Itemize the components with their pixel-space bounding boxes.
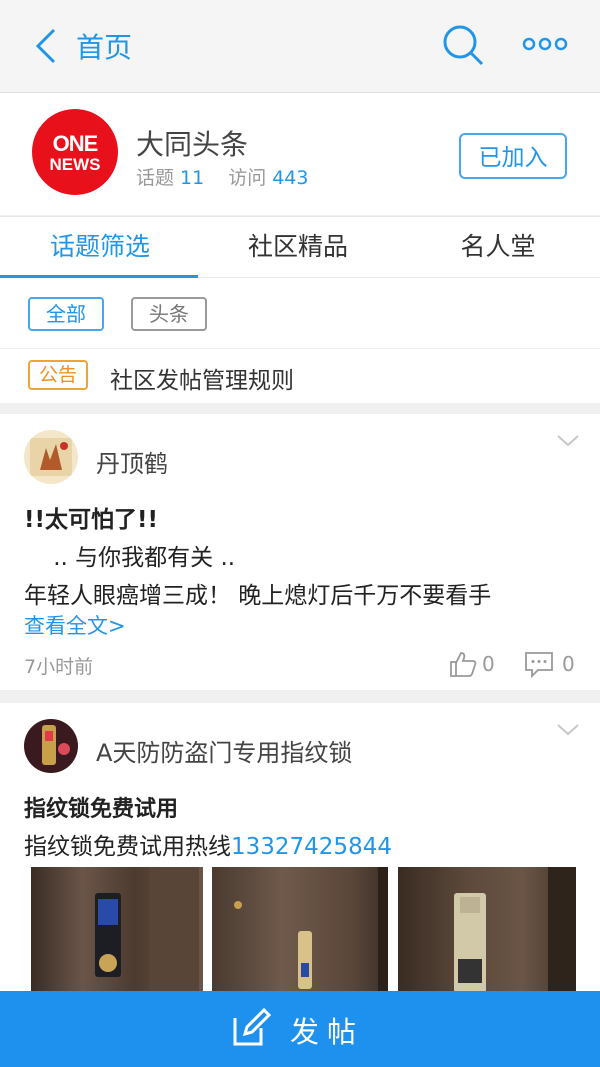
filter-all-chip[interactable]: 全部 xyxy=(28,297,104,331)
chevron-down-icon[interactable] xyxy=(556,723,580,737)
filter-bar: 全部 头条 xyxy=(0,278,600,349)
avatar[interactable] xyxy=(24,430,78,484)
post-image[interactable] xyxy=(31,867,203,1003)
author-name[interactable]: A天防防盗门专用指纹锁 xyxy=(96,733,352,768)
community-stats: 话题 11 访问 443 xyxy=(136,163,332,190)
post-line: 年轻人眼癌增三成！ 晚上熄灯后千万不要看手 xyxy=(24,583,492,609)
post-body: 指纹锁免费试用热线13327425844 xyxy=(24,827,392,861)
post-card[interactable]: A天防防盗门专用指纹锁 指纹锁免费试用 指纹锁免费试用热线13327425844 xyxy=(0,703,600,1003)
thumbs-up-icon[interactable] xyxy=(448,650,478,678)
more-options-icon[interactable] xyxy=(522,32,568,56)
author-name[interactable]: 丹顶鹤 xyxy=(96,444,168,479)
filter-headline-chip[interactable]: 头条 xyxy=(131,297,207,331)
search-icon[interactable] xyxy=(440,22,486,68)
compose-post-button[interactable]: 发帖 xyxy=(0,991,600,1067)
post-image[interactable] xyxy=(398,867,576,1003)
comment-icon[interactable] xyxy=(524,650,554,678)
notice-tag: 公告 xyxy=(28,360,88,390)
post-line: !!太可怕了!! xyxy=(24,507,158,533)
joined-button[interactable]: 已加入 xyxy=(459,133,567,179)
chevron-down-icon[interactable] xyxy=(556,434,580,448)
topics-label: 话题 xyxy=(136,167,175,189)
compose-label: 发帖 xyxy=(290,1015,365,1049)
post-time: 7小时前 xyxy=(24,656,94,678)
top-nav-bar: 首页 xyxy=(0,0,600,93)
community-header: ONE NEWS 大同头条 话题 11 访问 443 已加入 xyxy=(0,93,600,215)
nav-title[interactable]: 首页 xyxy=(76,26,132,66)
like-count: 0 xyxy=(482,652,495,676)
tab-hall-of-fame[interactable]: 名人堂 xyxy=(398,217,598,277)
notice-row[interactable]: 公告 社区发帖管理规则 xyxy=(0,349,600,403)
comment-count: 0 xyxy=(562,652,575,676)
phone-link[interactable]: 13327425844 xyxy=(231,834,392,860)
tab-bar: 话题筛选 社区精品 名人堂 xyxy=(0,216,600,278)
visits-label: 访问 xyxy=(228,167,267,189)
back-icon[interactable] xyxy=(28,24,68,68)
community-name: 大同头条 xyxy=(136,128,249,161)
visits-count: 443 xyxy=(272,167,309,189)
topics-count: 11 xyxy=(180,167,205,189)
post-line: .. 与你我都有关 .. xyxy=(24,545,236,571)
tab-community-featured[interactable]: 社区精品 xyxy=(198,217,398,277)
post-card[interactable]: 丹顶鹤 !!太可怕了!! .. 与你我都有关 .. 年轻人眼癌增三成！ 晚上熄灯… xyxy=(0,414,600,690)
compose-icon xyxy=(233,1008,271,1046)
notice-text[interactable]: 社区发帖管理规则 xyxy=(110,361,294,395)
read-more-link[interactable]: 查看全文> xyxy=(24,610,126,640)
post-title: 指纹锁免费试用 xyxy=(24,797,179,822)
tab-topic-filter[interactable]: 话题筛选 xyxy=(0,217,200,278)
post-body-text: 指纹锁免费试用热线 xyxy=(24,834,231,860)
post-image[interactable] xyxy=(212,867,388,1003)
avatar[interactable] xyxy=(24,719,78,773)
community-logo: ONE NEWS xyxy=(32,109,118,195)
